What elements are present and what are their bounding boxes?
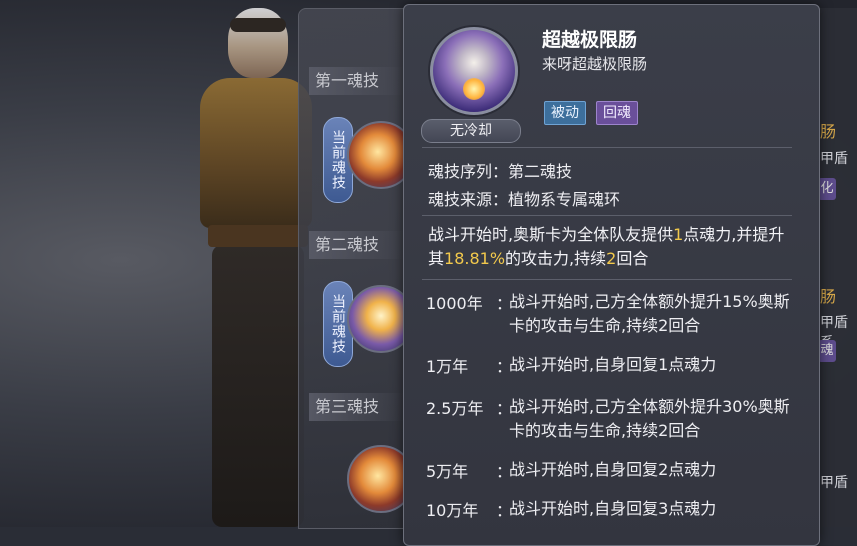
tag-passive: 被动 — [544, 101, 586, 125]
level-year: 5万年 — [426, 462, 469, 481]
slot-label-first[interactable]: 第一魂技 — [309, 67, 405, 95]
level-year: 1000年 — [426, 294, 483, 313]
skill-title: 超越极限肠 — [542, 29, 638, 51]
level-text: 战斗开始时,己方全体额外提升15%奥斯卡的攻击与生命,持续2回合 — [509, 292, 790, 335]
desc-text: 回合 — [616, 249, 649, 268]
level-text: 战斗开始时,自身回复1点魂力 — [509, 355, 717, 374]
level-year: 2.5万年 — [426, 399, 484, 418]
slot-label-third[interactable]: 第三魂技 — [309, 393, 405, 421]
character-belt — [208, 225, 308, 247]
skill-portrait — [430, 27, 518, 115]
desc-text: 战斗开始时,奥斯卡为全体队友提供 — [428, 225, 674, 244]
skill-description: 战斗开始时,奥斯卡为全体队友提供1点魂力,并提升其18.81%的攻击力,持续2回… — [428, 223, 798, 271]
right-item-text: 肠 — [820, 122, 837, 141]
skill-source-row: 魂技来源：植物系专属魂环 — [428, 186, 620, 210]
cooldown-badge: 无冷却 — [421, 119, 521, 143]
desc-highlight: 1 — [673, 225, 684, 244]
slot-label-second[interactable]: 第二魂技 — [309, 231, 405, 259]
goggles — [230, 18, 286, 32]
level-text: 战斗开始时,自身回复2点魂力 — [509, 460, 717, 479]
level-year: 1万年 — [426, 357, 469, 376]
level-year: 10万年 — [426, 501, 479, 520]
desc-highlight: 18.81% — [444, 249, 506, 268]
level-text: 战斗开始时,自身回复3点魂力 — [509, 499, 717, 518]
desc-highlight: 2 — [606, 249, 617, 268]
source-value: 植物系专属魂环 — [508, 190, 621, 209]
character-legs — [212, 245, 304, 527]
right-item-text: 甲盾 — [820, 151, 848, 167]
sequence-label: 魂技序列： — [428, 162, 509, 181]
right-item-text: 甲盾 — [820, 475, 848, 491]
skill-sequence-row: 魂技序列：第二魂技 — [428, 158, 572, 182]
energy-orb-icon — [463, 78, 485, 100]
divider — [422, 215, 792, 216]
right-item-badge: 魂 — [818, 340, 836, 362]
desc-text: 的攻击力,持续 — [505, 249, 607, 268]
skill-subtitle: 来呀超越极限肠 — [542, 55, 648, 73]
right-item-badge: 化 — [818, 178, 836, 200]
tag-recover: 回魂 — [596, 101, 638, 125]
divider — [422, 279, 792, 280]
character-torso — [200, 78, 312, 228]
soul-skill-panel: 第一魂技 当前魂技 第二魂技 当前魂技 第三魂技 — [298, 8, 420, 529]
sequence-value: 第二魂技 — [508, 162, 573, 181]
divider — [422, 147, 792, 148]
skill-tooltip: 无冷却 超越极限肠 来呀超越极限肠 被动 回魂 魂技序列：第二魂技 魂技来源：植… — [403, 4, 820, 546]
right-item-text: 肠 — [820, 287, 837, 306]
source-label: 魂技来源： — [428, 190, 509, 209]
level-text: 战斗开始时,己方全体额外提升30%奥斯卡的攻击与生命,持续2回合 — [509, 397, 790, 440]
right-side-panel — [818, 8, 857, 527]
